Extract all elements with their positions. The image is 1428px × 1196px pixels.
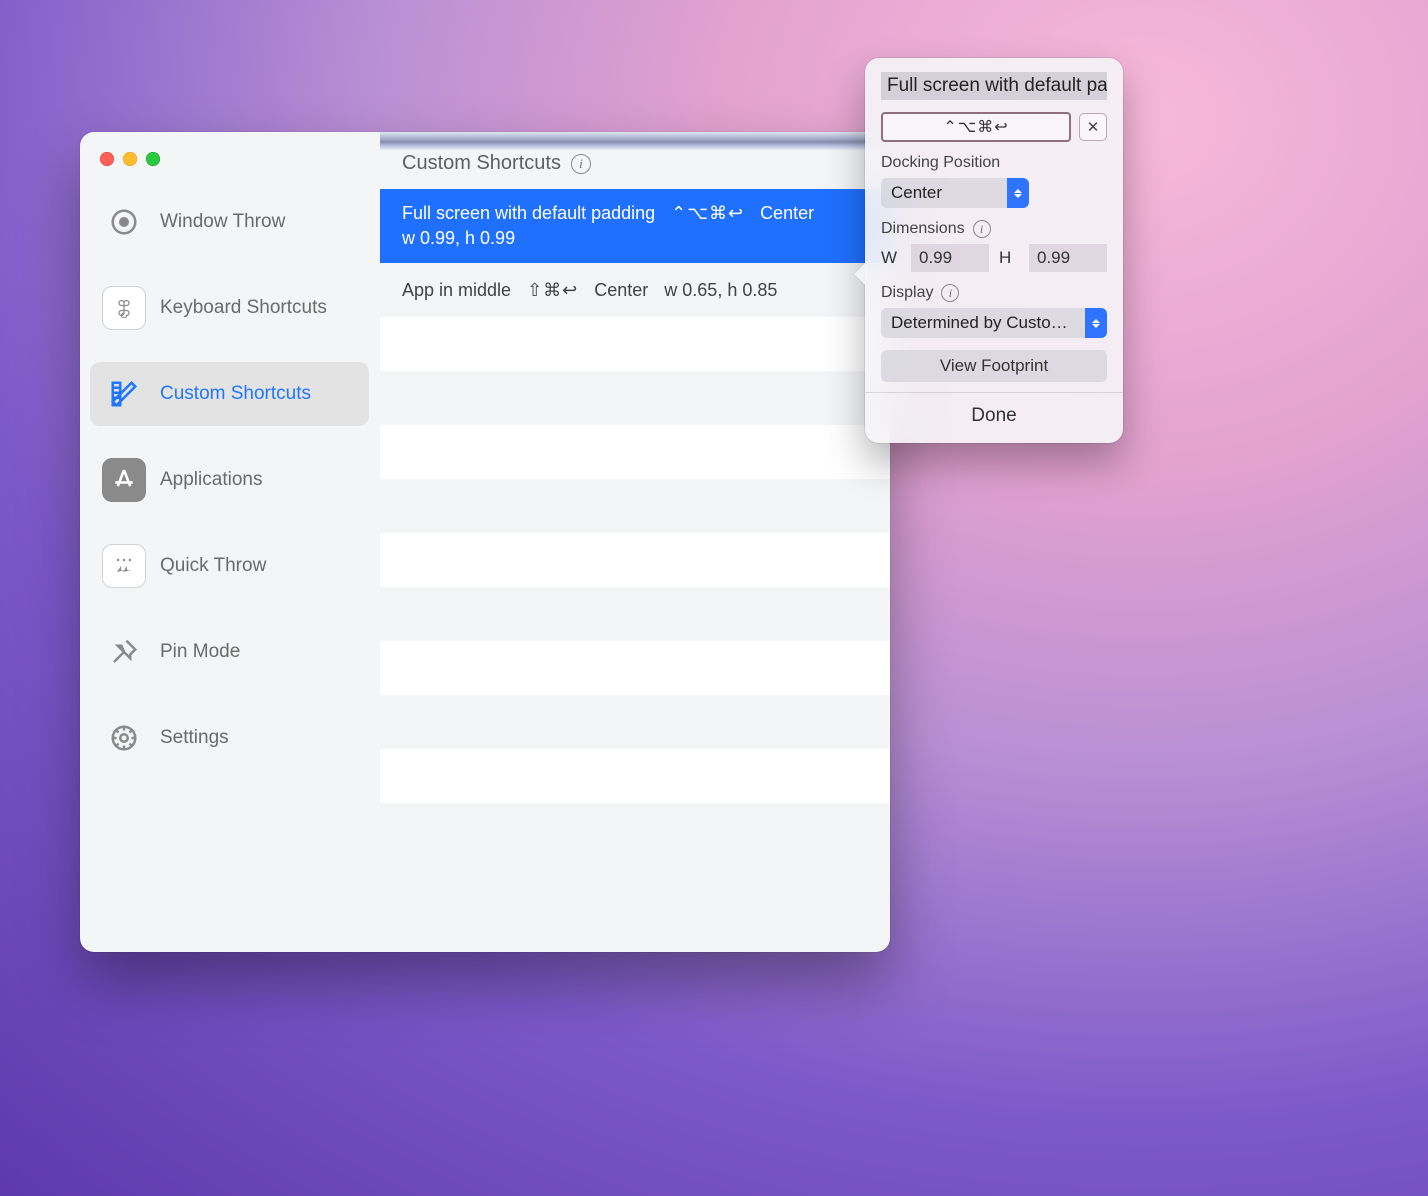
list-row-empty — [380, 803, 890, 857]
list-row-empty — [380, 317, 890, 371]
docking-position-select[interactable]: Center — [881, 178, 1029, 208]
clear-shortcut-button[interactable]: ✕ — [1079, 113, 1107, 141]
list-row-empty — [380, 371, 890, 425]
shortcut-position: Center — [594, 280, 648, 301]
traffic-lights — [100, 152, 160, 166]
sidebar-item-label: Keyboard Shortcuts — [160, 297, 327, 319]
info-icon[interactable]: i — [941, 284, 959, 302]
list-row-empty — [380, 425, 890, 479]
shortcut-list: Full screen with default padding ⌃⌥⌘↩ Ce… — [380, 189, 890, 932]
shortcut-dims: w 0.65, h 0.85 — [664, 280, 777, 301]
select-value: Determined by Custo… — [881, 313, 1085, 333]
sidebar-item-label: Pin Mode — [160, 641, 240, 663]
titlebar-stripe — [380, 132, 890, 150]
shortcut-keys: ⇧⌘↩ — [527, 280, 578, 301]
shortcut-dims: w 0.99, h 0.99 — [402, 228, 868, 249]
pin-icon — [102, 630, 146, 674]
done-button[interactable]: Done — [881, 405, 1107, 429]
pane-header: Custom Shortcuts i — [380, 152, 890, 189]
sidebar: Window Throw Keyboard Shortcuts Custom S… — [80, 132, 380, 952]
info-icon[interactable]: i — [571, 154, 591, 174]
divider — [865, 392, 1123, 393]
close-icon: ✕ — [1087, 118, 1100, 136]
shortcut-name: App in middle — [402, 280, 511, 301]
close-window-button[interactable] — [100, 152, 114, 166]
list-row-empty — [380, 533, 890, 587]
chevron-up-down-icon — [1085, 308, 1107, 338]
gear-icon — [102, 716, 146, 760]
popover-title[interactable]: Full screen with default pad — [881, 72, 1107, 100]
sidebar-item-quick-throw[interactable]: Quick Throw — [90, 534, 369, 598]
cursor-grid-icon — [102, 544, 146, 588]
view-footprint-button[interactable]: View Footprint — [881, 350, 1107, 382]
preferences-window: Window Throw Keyboard Shortcuts Custom S… — [80, 132, 890, 952]
sidebar-item-label: Applications — [160, 469, 262, 491]
target-icon — [102, 200, 146, 244]
minimize-window-button[interactable] — [123, 152, 137, 166]
height-label: H — [999, 248, 1019, 268]
shortcut-position: Center — [760, 203, 814, 224]
list-row-empty — [380, 641, 890, 695]
sidebar-item-label: Custom Shortcuts — [160, 383, 311, 405]
shortcut-key-value: ⌃⌥⌘↩ — [943, 117, 1008, 137]
width-label: W — [881, 248, 901, 268]
shortcut-row[interactable]: Full screen with default padding ⌃⌥⌘↩ Ce… — [380, 189, 890, 263]
dimensions-label: Dimensions i — [881, 220, 1107, 238]
shortcut-name: Full screen with default padding — [402, 203, 655, 224]
sidebar-item-keyboard-shortcuts[interactable]: Keyboard Shortcuts — [90, 276, 369, 340]
chevron-up-down-icon — [1007, 178, 1029, 208]
list-row-empty — [380, 479, 890, 533]
ruler-pencil-icon — [102, 372, 146, 416]
info-icon[interactable]: i — [973, 220, 991, 238]
shortcut-keys: ⌃⌥⌘↩ — [671, 203, 744, 224]
list-row-empty — [380, 695, 890, 749]
list-row-empty — [380, 587, 890, 641]
sidebar-item-custom-shortcuts[interactable]: Custom Shortcuts — [90, 362, 369, 426]
sidebar-item-window-throw[interactable]: Window Throw — [90, 190, 369, 254]
select-value: Center — [881, 183, 1007, 203]
display-select[interactable]: Determined by Custo… — [881, 308, 1107, 338]
app-store-icon — [102, 458, 146, 502]
main-pane: Custom Shortcuts i Full screen with defa… — [380, 132, 890, 952]
shortcut-row[interactable]: App in middle ⇧⌘↩ Center w 0.65, h 0.85 — [380, 263, 890, 317]
command-key-icon — [102, 286, 146, 330]
width-field[interactable]: 0.99 — [911, 244, 989, 272]
sidebar-item-label: Settings — [160, 727, 229, 749]
edit-shortcut-popover: Full screen with default pad ⌃⌥⌘↩ ✕ Dock… — [865, 58, 1123, 443]
list-row-empty — [380, 749, 890, 803]
sidebar-item-label: Quick Throw — [160, 555, 266, 577]
display-label: Display i — [881, 284, 1107, 302]
sidebar-item-applications[interactable]: Applications — [90, 448, 369, 512]
pane-title: Custom Shortcuts — [402, 152, 561, 175]
shortcut-key-field[interactable]: ⌃⌥⌘↩ — [881, 112, 1071, 142]
height-field[interactable]: 0.99 — [1029, 244, 1107, 272]
sidebar-item-pin-mode[interactable]: Pin Mode — [90, 620, 369, 684]
sidebar-item-settings[interactable]: Settings — [90, 706, 369, 770]
docking-position-label: Docking Position — [881, 154, 1107, 172]
sidebar-item-label: Window Throw — [160, 211, 285, 233]
zoom-window-button[interactable] — [146, 152, 160, 166]
